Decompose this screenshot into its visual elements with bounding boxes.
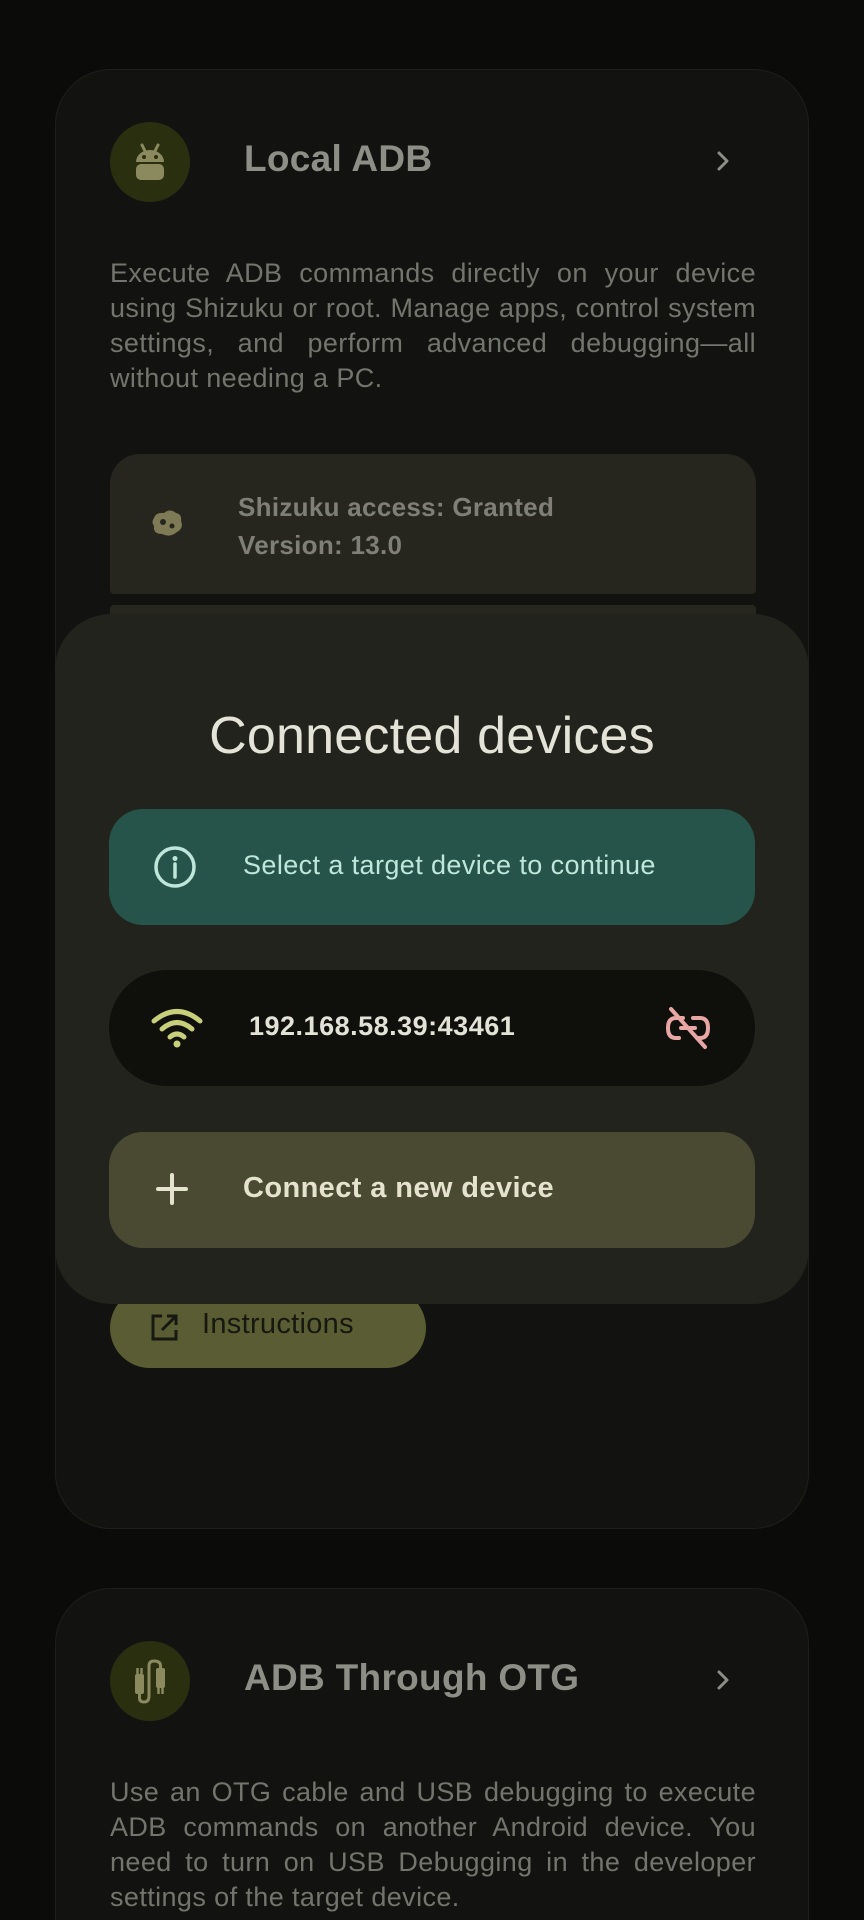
otg-adb-header[interactable]: ADB Through OTG xyxy=(110,1641,754,1721)
connect-new-device-label: Connect a new device xyxy=(243,1172,554,1204)
local-adb-description: Execute ADB commands directly on your de… xyxy=(110,258,756,393)
external-link-icon xyxy=(148,1312,180,1349)
screen: Local ADB Execute ADB commands directly … xyxy=(0,0,864,1920)
shizuku-status: Shizuku access: Granted Version: 13.0 xyxy=(110,454,756,594)
local-adb-header[interactable]: Local ADB xyxy=(110,122,754,202)
info-icon xyxy=(153,845,197,894)
instructions-label: Instructions xyxy=(202,1308,354,1340)
connected-devices-dialog: Connected devices Select a target device… xyxy=(55,614,809,1304)
device-address: 192.168.58.39:43461 xyxy=(249,1011,516,1041)
wifi-icon xyxy=(151,1008,203,1053)
otg-adb-title: ADB Through OTG xyxy=(244,1657,580,1698)
info-text: Select a target device to continue xyxy=(243,850,656,880)
device-item[interactable]: 192.168.58.39:43461 xyxy=(109,970,755,1086)
android-icon xyxy=(110,122,190,202)
shizuku-status-text: Shizuku access: Granted Version: 13.0 xyxy=(238,488,554,564)
otg-adb-description: Use an OTG cable and USB debugging to ex… xyxy=(110,1777,756,1912)
plus-icon xyxy=(155,1172,189,1211)
shizuku-access-label: Shizuku access: Granted xyxy=(238,492,555,522)
info-banner: Select a target device to continue xyxy=(109,809,755,925)
shizuku-icon xyxy=(150,508,186,543)
usb-cable-icon xyxy=(110,1641,190,1721)
unlink-icon[interactable] xyxy=(665,1006,711,1055)
dialog-title: Connected devices xyxy=(209,707,655,765)
local-adb-title: Local ADB xyxy=(244,138,433,179)
chevron-right-icon xyxy=(714,1663,734,1702)
connect-new-device-button[interactable]: Connect a new device xyxy=(109,1132,755,1248)
otg-adb-card[interactable]: ADB Through OTG Use an OTG cable and USB… xyxy=(55,1588,809,1920)
shizuku-version-label: Version: 13.0 xyxy=(238,530,403,560)
chevron-right-icon xyxy=(714,144,734,183)
